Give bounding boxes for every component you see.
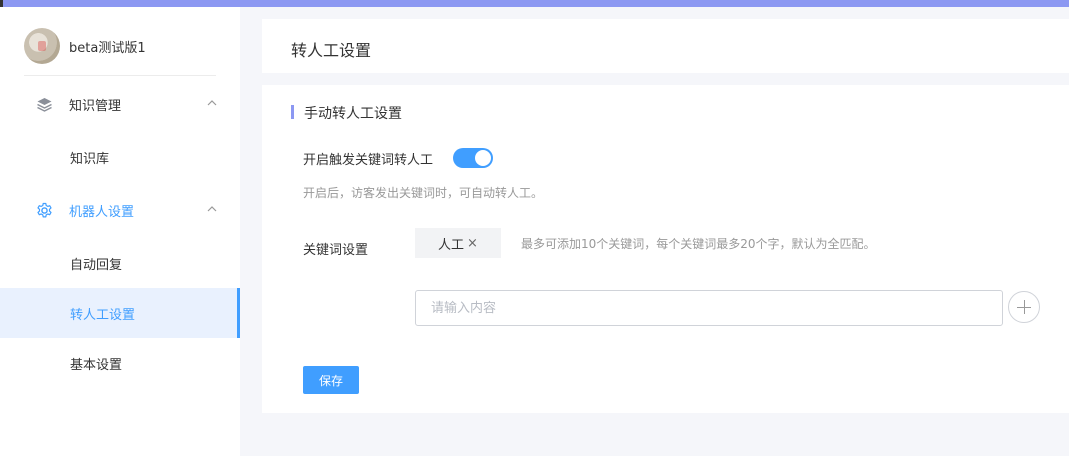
- sidebar-item-label: 知识库: [70, 151, 110, 167]
- keyword-input[interactable]: [415, 290, 1003, 326]
- close-icon[interactable]: ×: [467, 236, 478, 251]
- chevron-up-icon: [207, 100, 217, 106]
- keyword-transfer-toggle[interactable]: [453, 148, 493, 168]
- sidebar-item-basic-settings[interactable]: 基本设置: [0, 338, 240, 388]
- page-title: 转人工设置: [291, 41, 372, 60]
- sidebar-item-label: 转人工设置: [70, 307, 136, 323]
- section-marker: [291, 105, 294, 119]
- settings-panel: 手动转人工设置 开启触发关键词转人工 开启后，访客发出关键词时，可自动转人工。 …: [262, 85, 1069, 413]
- toggle-label: 开启触发关键词转人工: [303, 153, 434, 168]
- add-keyword-button[interactable]: [1008, 291, 1040, 323]
- sidebar-item-transfer-settings[interactable]: 转人工设置: [0, 288, 240, 338]
- sidebar-divider: [24, 75, 216, 76]
- sidebar-group-knowledge[interactable]: 知识管理: [0, 84, 240, 124]
- sidebar-item-label: 自动回复: [70, 257, 123, 273]
- chevron-up-icon: [207, 206, 217, 212]
- keyword-label: 关键词设置: [303, 243, 369, 258]
- save-button[interactable]: 保存: [303, 366, 359, 394]
- sidebar-group-label: 知识管理: [69, 98, 122, 114]
- keyword-tag: 人工 ×: [415, 228, 501, 258]
- sidebar-item-auto-reply[interactable]: 自动回复: [0, 238, 240, 288]
- profile-name: beta测试版1: [69, 40, 146, 56]
- avatar[interactable]: [24, 28, 60, 64]
- sidebar-group-robot-settings[interactable]: 机器人设置: [0, 190, 240, 230]
- section-title: 手动转人工设置: [304, 106, 402, 122]
- toggle-hint: 开启后，访客发出关键词时，可自动转人工。: [303, 186, 544, 200]
- gear-icon: [37, 202, 52, 218]
- keyword-hint: 最多可添加10个关键词，每个关键词最多20个字，默认为全匹配。: [521, 237, 876, 251]
- top-accent-bar: [0, 0, 1069, 7]
- profile[interactable]: beta测试版1: [24, 28, 146, 64]
- page-header: 转人工设置: [262, 19, 1069, 73]
- sidebar-item-label: 基本设置: [70, 357, 123, 373]
- sidebar-group-label: 机器人设置: [69, 204, 135, 220]
- layers-icon: [37, 98, 52, 112]
- keyword-tag-label: 人工: [438, 237, 465, 253]
- sidebar-item-knowledge-base[interactable]: 知识库: [0, 132, 240, 182]
- sidebar: beta测试版1 知识管理 知识库 机器人设置 自动回复 转人工设置 基本设置: [0, 7, 240, 456]
